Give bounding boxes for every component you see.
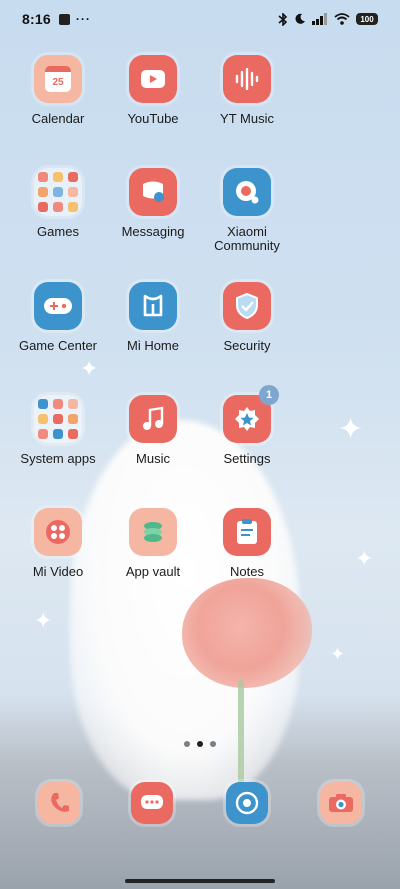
app-label: Calendar [31, 111, 85, 126]
camera-icon [320, 782, 362, 824]
notes-icon [223, 508, 271, 556]
mi-video-icon [34, 508, 82, 556]
sparkle-icon: ✦ [355, 546, 374, 571]
app-app-vault[interactable]: App vault [103, 508, 203, 579]
dock-camera[interactable] [320, 782, 362, 824]
app-label: Mi Home [126, 338, 179, 353]
app-youtube[interactable]: YouTube [103, 55, 203, 126]
app-label: Xiaomi Community [214, 224, 280, 253]
phone-icon [38, 782, 80, 824]
status-bar: 8:16 ··· 100 [0, 0, 400, 38]
app-calendar[interactable]: 25 Calendar [8, 55, 108, 126]
app-music[interactable]: Music [103, 395, 203, 466]
app-label: Security [223, 338, 271, 353]
dock-chrome[interactable] [226, 782, 268, 824]
bluetooth-icon [278, 12, 288, 26]
system-apps-folder-icon [34, 395, 82, 443]
home-indicator-bar[interactable] [125, 879, 275, 883]
xiaomi-community-icon [223, 168, 271, 216]
messaging-icon [129, 168, 177, 216]
sparkle-icon: ✦ [34, 608, 53, 633]
calendar-icon: 25 [34, 55, 82, 103]
app-label: Notes [230, 564, 264, 579]
app-label: Mi Video [32, 564, 84, 579]
chrome-icon [226, 782, 268, 824]
youtube-icon [129, 55, 177, 103]
notification-badge: 1 [259, 385, 279, 405]
music-icon [129, 395, 177, 443]
app-mi-home[interactable]: Mi Home [103, 282, 203, 353]
calendar-date: 25 [45, 66, 71, 92]
app-label: Games [37, 224, 79, 239]
do-not-disturb-moon-icon [295, 13, 305, 24]
app-mi-video[interactable]: Mi Video [8, 508, 108, 579]
wifi-icon [334, 13, 350, 25]
app-xiaomi-community[interactable]: Xiaomi Community [197, 168, 297, 253]
page-dot[interactable] [184, 741, 190, 747]
app-vault-icon [129, 508, 177, 556]
app-label: Settings [223, 451, 271, 466]
app-label: Music [136, 451, 170, 466]
security-icon [223, 282, 271, 330]
app-notes[interactable]: Notes [197, 508, 297, 579]
app-security[interactable]: Security [197, 282, 297, 353]
app-label: Game Center [18, 338, 98, 353]
dock-chat[interactable] [131, 782, 173, 824]
signal-icon [312, 13, 327, 25]
more-notifications-icon: ··· [75, 12, 91, 26]
battery-icon: 100 [356, 13, 378, 25]
app-label: Messaging [121, 224, 185, 239]
app-messaging[interactable]: Messaging [103, 168, 203, 239]
app-label: YouTube [127, 111, 179, 126]
game-center-icon [34, 282, 82, 330]
app-game-center[interactable]: Game Center [8, 282, 108, 353]
sparkle-icon: ✦ [338, 413, 364, 446]
app-settings[interactable]: 1 Settings [197, 385, 297, 466]
sparkle-icon: ✦ [80, 356, 99, 381]
page-indicator[interactable] [0, 741, 400, 747]
app-label: YT Music [220, 111, 274, 126]
status-icons: 100 [278, 12, 378, 26]
folder-games[interactable]: Games [8, 168, 108, 239]
chat-icon [131, 782, 173, 824]
app-yt-music[interactable]: YT Music [197, 55, 297, 126]
games-folder-icon [34, 168, 82, 216]
page-dot-active[interactable] [197, 741, 203, 747]
page-dot[interactable] [210, 741, 216, 747]
status-time: 8:16 [22, 11, 51, 27]
dock-phone[interactable] [38, 782, 80, 824]
notification-icon [58, 13, 70, 25]
sparkle-icon: ✦ [330, 644, 346, 664]
mi-home-icon [129, 282, 177, 330]
app-label: App vault [125, 564, 181, 579]
yt-music-icon [223, 55, 271, 103]
folder-system-apps[interactable]: System apps [8, 395, 108, 466]
app-label: System apps [20, 451, 96, 466]
